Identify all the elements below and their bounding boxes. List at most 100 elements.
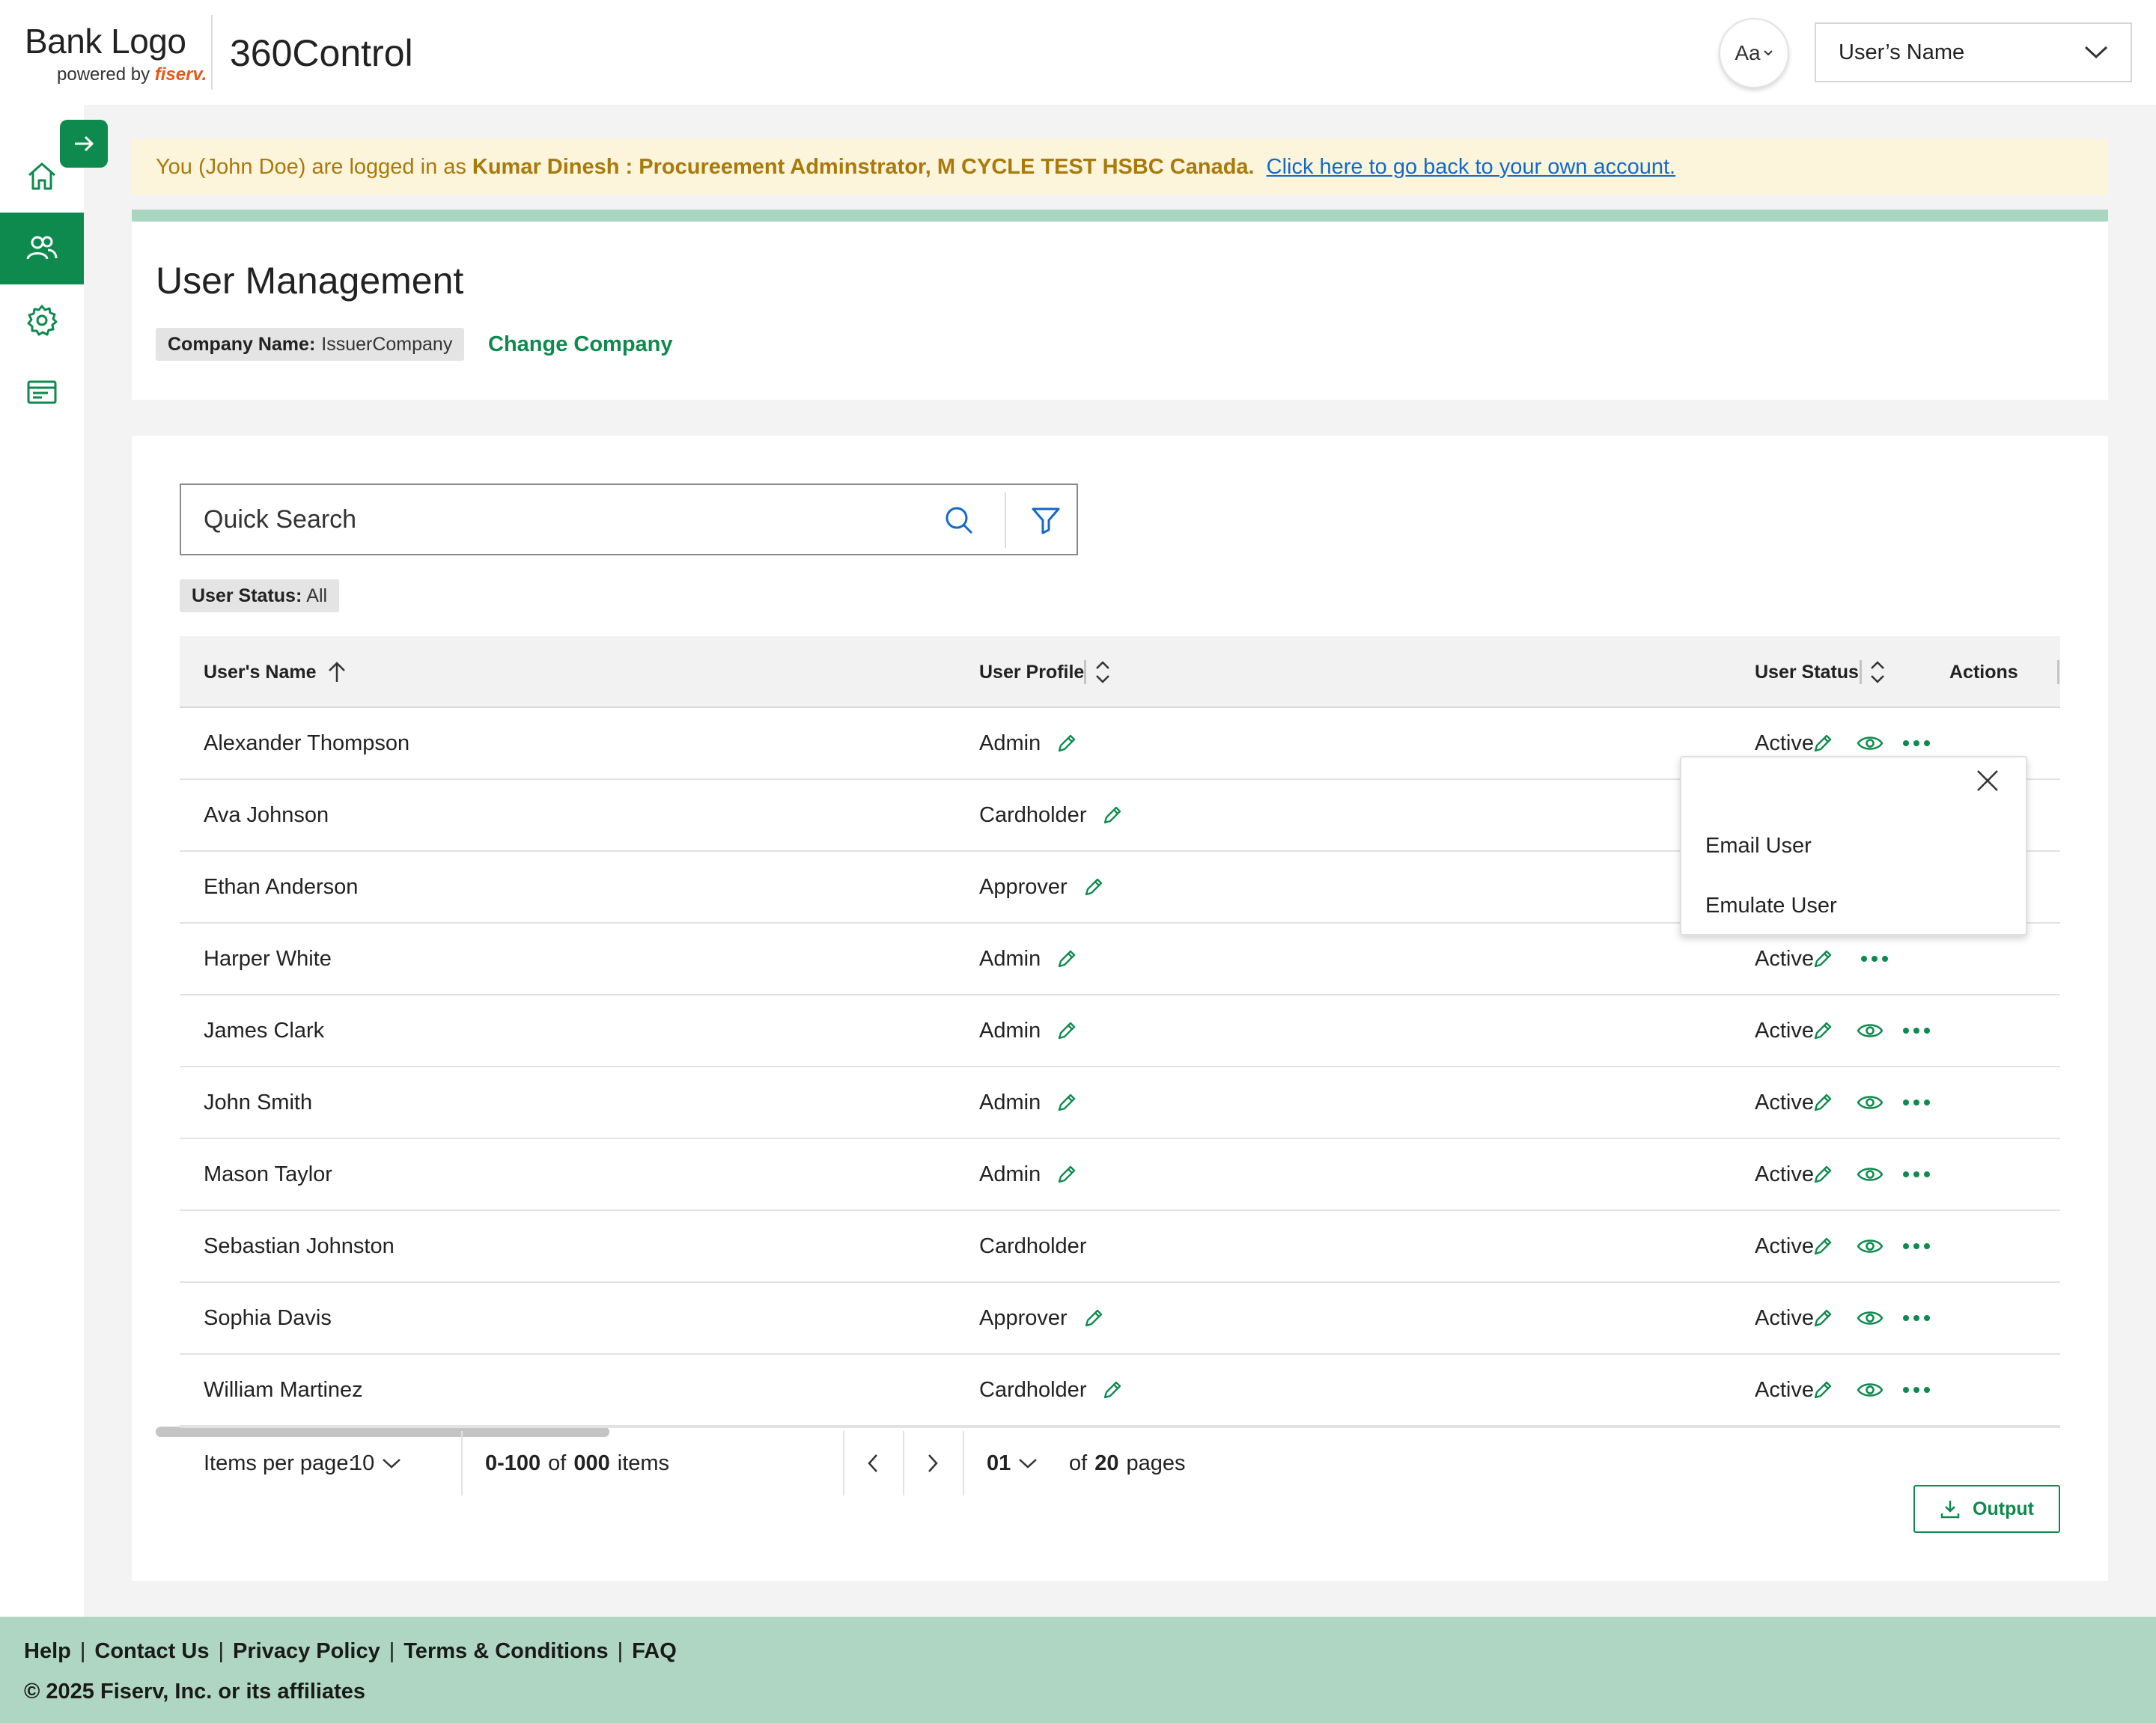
search-icon[interactable] — [943, 504, 975, 536]
user-name-cell: James Clark — [204, 1018, 325, 1043]
edit-profile-icon[interactable] — [1056, 732, 1078, 754]
footer-separator: | — [389, 1639, 395, 1663]
range-value: 0-100 — [485, 1451, 541, 1475]
user-status-cell: Active — [1755, 1018, 1814, 1043]
company-value: IssuerCompany — [321, 333, 453, 355]
footer-link[interactable]: Help — [24, 1639, 71, 1664]
view-user-icon[interactable] — [1857, 995, 1884, 1066]
fiserv-brand: fiserv. — [154, 64, 207, 85]
user-status-cell: Active — [1755, 1233, 1814, 1258]
edit-profile-icon[interactable] — [1056, 1163, 1078, 1186]
user-table-card: User Status: All User's Name User Profil… — [132, 436, 2108, 1581]
edit-profile-icon[interactable] — [1101, 1379, 1124, 1401]
view-user-icon[interactable] — [1857, 1355, 1884, 1425]
menu-item-email-user[interactable]: Email User — [1705, 834, 1812, 859]
pages-of: of — [1069, 1451, 1088, 1475]
user-dropdown[interactable]: User’s Name — [1815, 22, 2132, 82]
col-header-actions-label: Actions — [1949, 661, 2018, 683]
user-status-filter-chip[interactable]: User Status: All — [180, 579, 340, 612]
col-header-name-label: User's Name — [204, 661, 317, 683]
edit-status-icon[interactable] — [1812, 995, 1834, 1066]
user-profile-value: Approver — [979, 874, 1068, 899]
col-header-profile[interactable]: User Profile — [979, 636, 1111, 708]
table-row: John Smith Admin Active — [180, 1067, 2060, 1139]
pager-divider — [963, 1431, 964, 1495]
bank-logo: Bank Logo — [25, 22, 186, 61]
more-actions-icon[interactable] — [1901, 1139, 1931, 1210]
user-profile-value: Cardholder — [979, 1233, 1087, 1258]
more-actions-icon[interactable] — [1901, 1283, 1931, 1353]
edit-status-icon[interactable] — [1812, 1283, 1834, 1353]
change-company-link[interactable]: Change Company — [488, 332, 673, 357]
pages-word: pages — [1126, 1451, 1186, 1475]
next-page-button[interactable] — [903, 1428, 963, 1498]
range-display: 0-100 of 000 items — [485, 1428, 669, 1498]
footer-link[interactable]: Terms & Conditions — [404, 1639, 608, 1664]
gear-icon — [27, 305, 58, 336]
items-word: items — [617, 1451, 670, 1475]
more-actions-icon[interactable] — [1901, 995, 1931, 1066]
edit-status-icon[interactable] — [1812, 1139, 1834, 1210]
page-select[interactable]: 01 — [987, 1428, 1038, 1498]
user-profile-value: Admin — [979, 731, 1041, 755]
sidebar-item-settings[interactable] — [0, 284, 84, 356]
user-profile-cell: Cardholder — [979, 780, 1124, 850]
footer-link[interactable]: FAQ — [632, 1639, 677, 1664]
user-name-cell: Ava Johnson — [204, 802, 329, 827]
edit-status-icon[interactable] — [1812, 1067, 1834, 1138]
col-header-name[interactable]: User's Name — [204, 636, 347, 708]
user-profile-value: Admin — [979, 1090, 1041, 1114]
output-button[interactable]: Output — [1913, 1485, 2060, 1533]
range-of: of — [548, 1451, 567, 1475]
close-icon[interactable] — [1975, 768, 2000, 793]
edit-profile-icon[interactable] — [1101, 804, 1124, 826]
edit-profile-icon[interactable] — [1056, 1091, 1078, 1114]
sort-icon — [1871, 661, 1884, 683]
users-icon — [26, 236, 58, 260]
sidebar-expand-button[interactable] — [60, 120, 108, 168]
row-actions-menu: Email User Emulate User — [1680, 756, 2027, 936]
chevron-down-icon — [1019, 1459, 1038, 1469]
table-row: Sophia Davis Approver Active — [180, 1283, 2060, 1355]
user-profile-cell: Admin — [979, 995, 1078, 1066]
footer: Help | Contact Us | Privacy Policy | Terms & C… — [0, 1617, 2156, 1723]
edit-status-icon[interactable] — [1812, 1355, 1834, 1425]
view-user-icon[interactable] — [1857, 1139, 1884, 1210]
edit-profile-icon[interactable] — [1082, 1307, 1105, 1329]
more-actions-icon[interactable] — [1901, 1355, 1931, 1425]
more-actions-icon[interactable] — [1901, 1211, 1931, 1281]
sidebar-item-users[interactable] — [0, 213, 84, 284]
view-user-icon[interactable] — [1857, 1283, 1884, 1353]
col-header-status[interactable]: User Status — [1755, 636, 1886, 708]
view-user-icon[interactable] — [1857, 1067, 1884, 1138]
search-divider — [1005, 492, 1006, 548]
total-pages: 20 — [1094, 1451, 1119, 1475]
footer-link[interactable]: Contact Us — [94, 1639, 209, 1664]
banner-prefix: You (John Doe) are logged in as — [156, 154, 466, 179]
user-profile-value: Admin — [979, 1018, 1041, 1043]
user-profile-cell: Cardholder — [979, 1355, 1124, 1425]
more-actions-icon[interactable] — [1901, 1067, 1931, 1138]
company-label: Company Name: — [168, 333, 316, 355]
view-user-icon[interactable] — [1857, 1211, 1884, 1281]
font-size-button[interactable]: Aa — [1719, 18, 1789, 88]
filter-icon[interactable] — [1030, 504, 1062, 536]
search-input[interactable] — [204, 485, 922, 554]
user-name-cell: Mason Taylor — [204, 1162, 332, 1186]
footer-link[interactable]: Privacy Policy — [233, 1639, 380, 1664]
powered-by-label: powered by fiserv. — [57, 64, 207, 85]
top-header: Bank Logo powered by fiserv. 360Control … — [0, 0, 2156, 105]
user-name-cell: Alexander Thompson — [204, 731, 410, 755]
edit-profile-icon[interactable] — [1056, 1019, 1078, 1042]
items-per-page-select[interactable]: 10 — [350, 1428, 401, 1498]
edit-profile-icon[interactable] — [1082, 876, 1105, 898]
prev-page-button[interactable] — [843, 1428, 903, 1498]
user-profile-value: Cardholder — [979, 1377, 1087, 1402]
return-to-account-link[interactable]: Click here to go back to your own accoun… — [1267, 155, 1675, 180]
user-profile-cell: Admin — [979, 1139, 1078, 1210]
edit-profile-icon[interactable] — [1056, 948, 1078, 970]
sidebar-item-cards[interactable] — [0, 356, 84, 428]
edit-status-icon[interactable] — [1812, 1211, 1834, 1281]
table-header: User's Name User Profile User Status Act… — [180, 636, 2060, 708]
menu-item-emulate-user[interactable]: Emulate User — [1705, 894, 1837, 918]
